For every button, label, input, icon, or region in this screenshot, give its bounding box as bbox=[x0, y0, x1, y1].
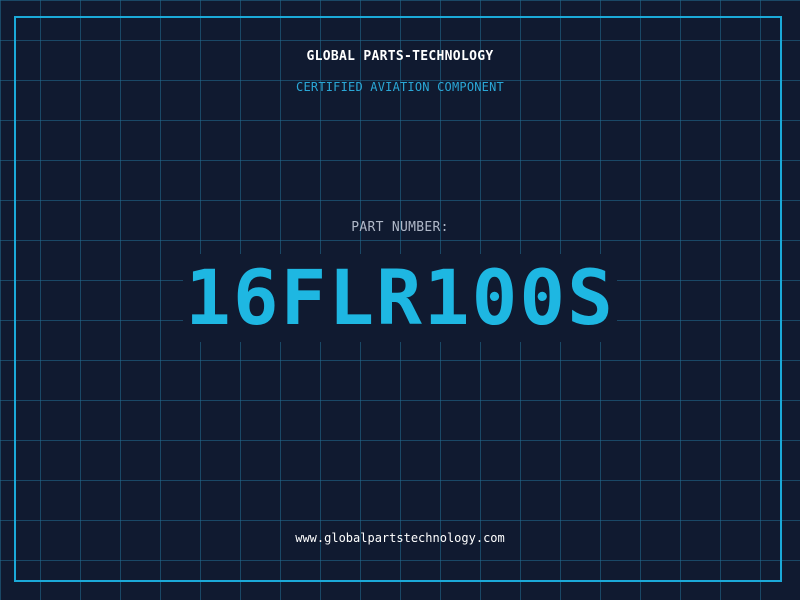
part-number-value: 16FLR100S bbox=[183, 253, 617, 342]
part-number-label: PART NUMBER: bbox=[351, 220, 449, 235]
certification-subtitle: CERTIFIED AVIATION COMPONENT bbox=[296, 80, 504, 94]
website-url: www.globalpartstechnology.com bbox=[295, 531, 505, 545]
part-number-display: 16FLR100S bbox=[0, 254, 800, 342]
company-name: GLOBAL PARTS-TECHNOLOGY bbox=[306, 49, 494, 64]
